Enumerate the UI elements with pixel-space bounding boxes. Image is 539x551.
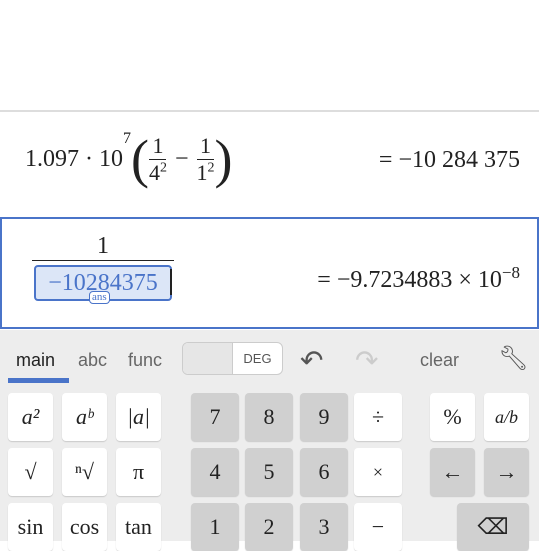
undo-icon[interactable]: ↶ <box>300 344 323 377</box>
expression-1-result: = −10 284 375 <box>378 147 520 173</box>
fraction-1: 1 42 <box>149 133 167 186</box>
key-left-arrow[interactable]: ← <box>430 448 475 496</box>
active-tab-underline <box>8 378 69 383</box>
expr2-numerator: 1 <box>32 233 174 261</box>
key-7[interactable]: 7 <box>191 393 239 441</box>
key-8[interactable]: 8 <box>245 393 293 441</box>
key-4[interactable]: 4 <box>191 448 239 496</box>
key-percent[interactable]: % <box>430 393 475 441</box>
key-3[interactable]: 3 <box>300 503 348 551</box>
ans-tag: ans <box>89 291 110 304</box>
tab-func[interactable]: func <box>128 350 162 371</box>
clear-button[interactable]: clear <box>420 350 459 371</box>
key-square[interactable]: a² <box>8 393 53 441</box>
tab-abc[interactable]: abc <box>78 350 107 371</box>
deg-label: DEG <box>243 351 272 366</box>
key-divide[interactable]: ÷ <box>354 393 402 441</box>
key-pi[interactable]: π <box>116 448 161 496</box>
expression-2-result: = −9.7234883 × 10−8 <box>317 263 520 293</box>
den-exponent: 2 <box>207 160 215 176</box>
tab-main[interactable]: main <box>16 350 55 371</box>
denominator: 1 <box>196 159 208 185</box>
numerator: 1 <box>197 133 215 160</box>
rad-deg-toggle[interactable]: DEG <box>182 342 283 375</box>
expression-row-1[interactable]: 1.097 · 10 7 ( 1 42 − 1 12 ) = −10 284 375 <box>0 112 539 216</box>
key-1[interactable]: 1 <box>191 503 239 551</box>
minus-sign: − <box>174 145 189 172</box>
key-6[interactable]: 6 <box>300 448 348 496</box>
expression-row-2-active[interactable]: 1 −10284375 ans = −9.7234883 × 10−8 <box>0 217 539 329</box>
key-9[interactable]: 9 <box>300 393 348 441</box>
key-power[interactable]: aᵇ <box>62 393 107 441</box>
key-fraction[interactable]: a/b <box>484 393 529 441</box>
denominator: 4 <box>148 159 160 185</box>
den-exponent: 2 <box>159 160 167 176</box>
key-minus[interactable]: − <box>354 503 402 551</box>
fraction-2: 1 12 <box>197 133 215 186</box>
key-nth-root[interactable]: ⁿ√ <box>62 448 107 496</box>
key-2[interactable]: 2 <box>245 503 293 551</box>
expr1-prefix: 1.097 · 10 <box>25 145 123 172</box>
keypad: main abc func DEG ↶ ↷ clear 🔧︎ a² aᵇ |a|… <box>0 330 539 551</box>
numerator: 1 <box>149 133 167 160</box>
wrench-icon[interactable]: 🔧︎ <box>498 344 528 373</box>
key-cos[interactable]: cos <box>62 503 107 551</box>
key-sin[interactable]: sin <box>8 503 53 551</box>
text-cursor <box>170 269 172 295</box>
backspace-icon[interactable]: ⌫ <box>457 503 529 551</box>
key-tan[interactable]: tan <box>116 503 161 551</box>
key-multiply[interactable]: × <box>354 448 402 496</box>
expression-1-input[interactable]: 1.097 · 10 7 ( 1 42 − 1 12 ) <box>25 130 233 186</box>
key-right-arrow[interactable]: → <box>484 448 529 496</box>
expr1-exponent: 7 <box>123 130 131 147</box>
key-sqrt[interactable]: √ <box>8 448 53 496</box>
redo-icon[interactable]: ↷ <box>355 344 378 377</box>
key-5[interactable]: 5 <box>245 448 293 496</box>
key-abs[interactable]: |a| <box>116 393 161 441</box>
empty-top-area <box>0 0 539 112</box>
